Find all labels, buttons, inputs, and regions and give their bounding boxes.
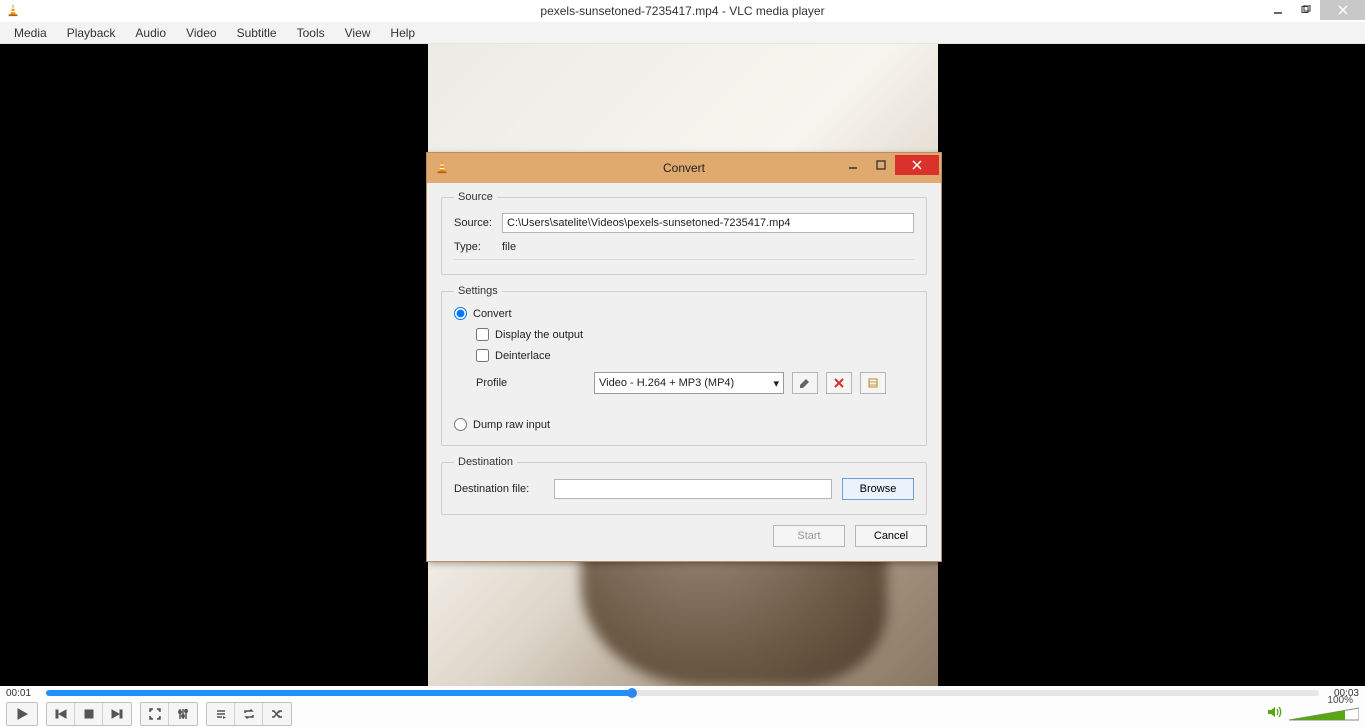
window-controls bbox=[1264, 0, 1365, 20]
menu-subtitle[interactable]: Subtitle bbox=[227, 26, 287, 40]
chevron-down-icon: ▾ bbox=[773, 377, 779, 390]
speaker-icon[interactable] bbox=[1267, 705, 1283, 724]
loop-button[interactable] bbox=[235, 703, 263, 725]
profile-label: Profile bbox=[476, 377, 586, 389]
play-button[interactable] bbox=[7, 703, 37, 725]
dump-raw-label: Dump raw input bbox=[473, 419, 550, 431]
ext-settings-button[interactable] bbox=[169, 703, 197, 725]
source-legend: Source bbox=[454, 191, 497, 203]
seek-slider[interactable] bbox=[46, 690, 1319, 696]
dialog-titlebar[interactable]: Convert bbox=[427, 153, 941, 183]
deinterlace-checkbox[interactable] bbox=[476, 349, 489, 362]
start-button[interactable]: Start bbox=[773, 525, 845, 547]
maximize-button[interactable] bbox=[1292, 0, 1320, 20]
volume-label: 100% bbox=[1327, 695, 1353, 706]
vlc-cone-icon bbox=[435, 160, 451, 176]
volume-slider[interactable] bbox=[1289, 707, 1359, 721]
menu-media[interactable]: Media bbox=[4, 26, 57, 40]
type-label: Type: bbox=[454, 241, 502, 253]
destination-legend: Destination bbox=[454, 456, 517, 468]
profile-select[interactable]: Video - H.264 + MP3 (MP4) ▾ bbox=[594, 372, 784, 394]
playlist-button[interactable] bbox=[207, 703, 235, 725]
edit-profile-button[interactable] bbox=[792, 372, 818, 394]
dialog-close-button[interactable] bbox=[895, 155, 939, 175]
fullscreen-button[interactable] bbox=[141, 703, 169, 725]
delete-profile-button[interactable] bbox=[826, 372, 852, 394]
convert-radio[interactable] bbox=[454, 307, 467, 320]
dialog-maximize-button[interactable] bbox=[867, 155, 895, 175]
next-button[interactable] bbox=[103, 703, 131, 725]
elapsed-time: 00:01 bbox=[6, 688, 40, 699]
dialog-minimize-button[interactable] bbox=[839, 155, 867, 175]
type-value: file bbox=[502, 241, 516, 253]
close-button[interactable] bbox=[1320, 0, 1365, 20]
new-profile-button[interactable] bbox=[860, 372, 886, 394]
seek-knob[interactable] bbox=[627, 688, 637, 698]
source-group: Source Source: Type: file bbox=[441, 191, 927, 275]
destination-input[interactable] bbox=[554, 479, 832, 499]
menu-help[interactable]: Help bbox=[380, 26, 425, 40]
vlc-cone-icon bbox=[6, 3, 22, 19]
main-titlebar: pexels-sunsetoned-7235417.mp4 - VLC medi… bbox=[0, 0, 1365, 22]
destination-label: Destination file: bbox=[454, 483, 544, 495]
shuffle-button[interactable] bbox=[263, 703, 291, 725]
prev-button[interactable] bbox=[47, 703, 75, 725]
settings-legend: Settings bbox=[454, 285, 502, 297]
display-output-label: Display the output bbox=[495, 329, 583, 341]
menu-tools[interactable]: Tools bbox=[287, 26, 335, 40]
cancel-button[interactable]: Cancel bbox=[855, 525, 927, 547]
window-title: pexels-sunsetoned-7235417.mp4 - VLC medi… bbox=[0, 4, 1365, 18]
convert-dialog: Convert Source Source: Type: file Settin… bbox=[426, 152, 942, 562]
destination-group: Destination Destination file: Browse bbox=[441, 456, 927, 515]
stop-button[interactable] bbox=[75, 703, 103, 725]
browse-button[interactable]: Browse bbox=[842, 478, 914, 500]
menu-playback[interactable]: Playback bbox=[57, 26, 126, 40]
deinterlace-label: Deinterlace bbox=[495, 350, 551, 362]
volume-area: 100% bbox=[1267, 705, 1359, 724]
profile-value: Video - H.264 + MP3 (MP4) bbox=[599, 377, 734, 389]
dump-raw-radio[interactable] bbox=[454, 418, 467, 431]
menu-video[interactable]: Video bbox=[176, 26, 226, 40]
display-output-checkbox[interactable] bbox=[476, 328, 489, 341]
settings-group: Settings Convert Display the output Dein… bbox=[441, 285, 927, 446]
menu-bar: Media Playback Audio Video Subtitle Tool… bbox=[0, 22, 1365, 44]
source-label: Source: bbox=[454, 217, 502, 229]
minimize-button[interactable] bbox=[1264, 0, 1292, 20]
convert-radio-label: Convert bbox=[473, 308, 512, 320]
source-input[interactable] bbox=[502, 213, 914, 233]
seek-fill bbox=[46, 690, 632, 696]
menu-audio[interactable]: Audio bbox=[125, 26, 176, 40]
controls-bar: 100% bbox=[0, 700, 1365, 728]
seek-row: 00:01 00:03 bbox=[0, 686, 1365, 700]
menu-view[interactable]: View bbox=[335, 26, 381, 40]
